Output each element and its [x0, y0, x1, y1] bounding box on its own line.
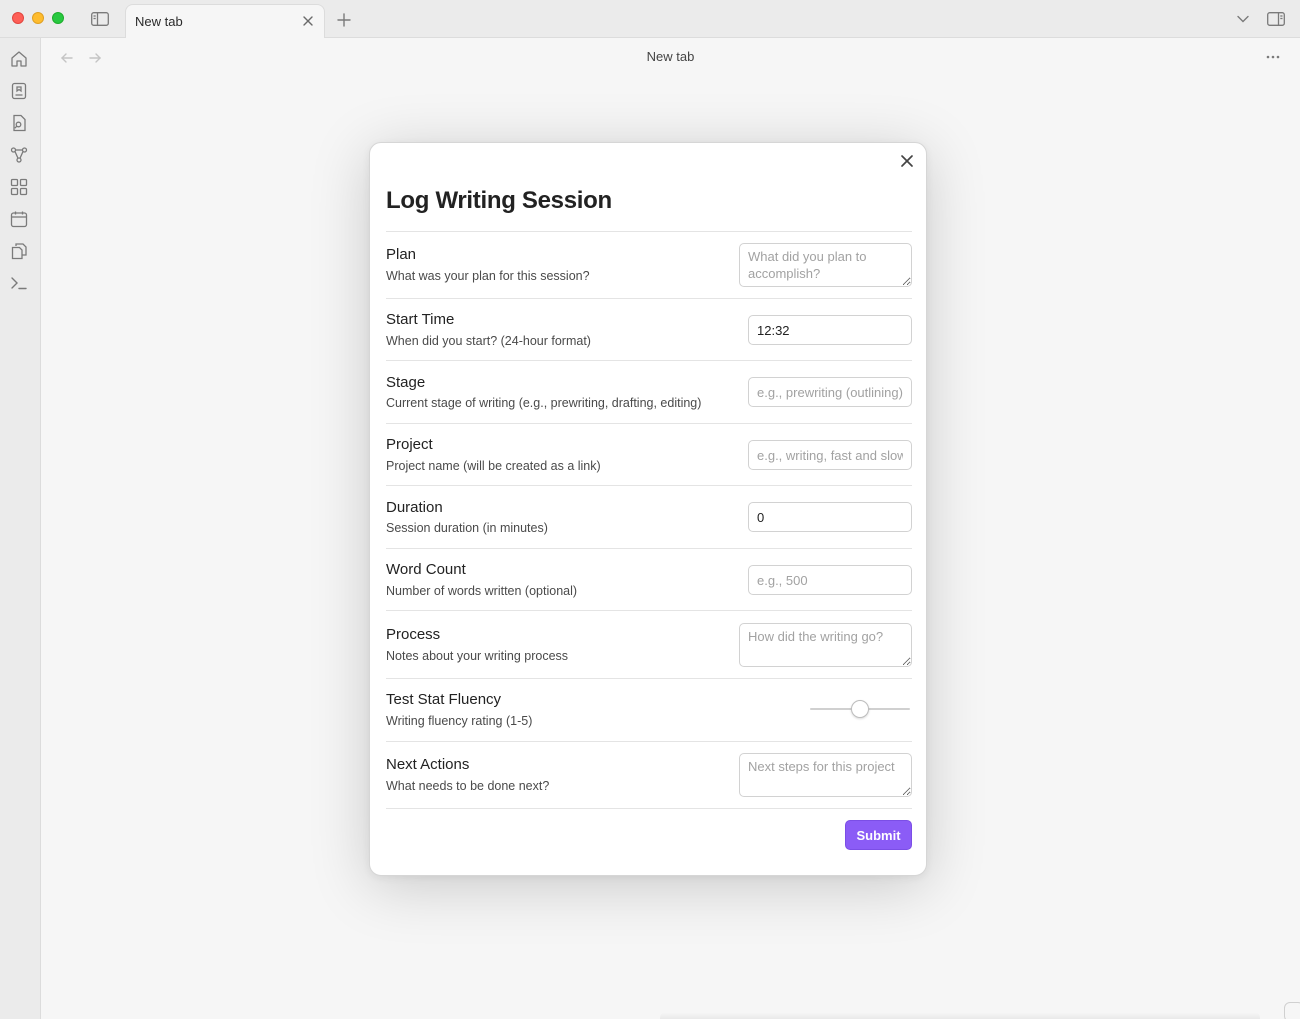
divider [386, 548, 912, 549]
divider [386, 610, 912, 611]
right-sidebar-toggle-icon[interactable] [1266, 10, 1286, 28]
word-count-input[interactable] [748, 565, 912, 595]
terminal-icon[interactable] [10, 274, 28, 292]
status-bar-shadow [660, 1012, 1260, 1019]
close-window-button[interactable] [12, 12, 24, 24]
maximize-window-button[interactable] [52, 12, 64, 24]
duration-input[interactable] [748, 502, 912, 532]
copy-icon[interactable] [10, 242, 28, 260]
tab-title: New tab [135, 14, 183, 29]
fluency-label: Test Stat Fluency [386, 691, 502, 708]
divider [386, 741, 912, 742]
process-textarea[interactable] [739, 623, 912, 667]
plan-textarea[interactable] [739, 243, 912, 287]
word-count-label: Word Count [386, 561, 466, 578]
divider [386, 360, 912, 361]
fluency-description: Writing fluency rating (1-5) [386, 714, 533, 728]
sidebar-toggle-icon[interactable] [90, 10, 110, 28]
left-ribbon [0, 38, 41, 1019]
view-title: New tab [646, 49, 695, 64]
next-actions-description: What needs to be done next? [386, 779, 550, 793]
project-label: Project [386, 436, 433, 453]
minimize-window-button[interactable] [32, 12, 44, 24]
start-time-input[interactable] [748, 315, 912, 345]
next-actions-textarea[interactable] [739, 753, 912, 797]
start-time-label: Start Time [386, 311, 455, 328]
start-time-description: When did you start? (24-hour format) [386, 334, 591, 348]
home-icon[interactable] [10, 50, 28, 68]
process-description: Notes about your writing process [386, 649, 569, 663]
divider [386, 678, 912, 679]
search-file-icon[interactable] [10, 114, 28, 132]
modal-close-icon[interactable] [898, 152, 916, 170]
divider [386, 485, 912, 486]
project-description: Project name (will be created as a link) [386, 459, 601, 473]
new-tab-plus-icon[interactable] [335, 11, 353, 29]
word-count-description: Number of words written (optional) [386, 584, 578, 598]
next-actions-label: Next Actions [386, 756, 470, 773]
graph-icon[interactable] [10, 146, 28, 164]
grid-icon[interactable] [10, 178, 28, 196]
duration-label: Duration [386, 499, 443, 516]
stage-label: Stage [386, 374, 426, 391]
fluency-slider-thumb[interactable] [851, 700, 869, 718]
tab-close-icon[interactable] [300, 13, 316, 29]
duration-description: Session duration (in minutes) [386, 521, 548, 535]
submit-button[interactable]: Submit [845, 820, 912, 850]
divider [386, 808, 912, 809]
corner-help-button[interactable] [1284, 1002, 1300, 1019]
tab-list-chevron-down-icon[interactable] [1235, 12, 1251, 26]
plan-label: Plan [386, 246, 417, 263]
divider [386, 423, 912, 424]
stage-input[interactable] [748, 377, 912, 407]
modal-title: Log Writing Session [386, 187, 612, 214]
log-writing-session-modal: Log Writing Session Plan What was your p… [369, 142, 927, 876]
divider [386, 298, 912, 299]
process-label: Process [386, 626, 441, 643]
calendar-icon[interactable] [10, 210, 28, 228]
stage-description: Current stage of writing (e.g., prewriti… [386, 396, 702, 410]
more-options-icon[interactable] [1264, 48, 1282, 66]
title-bar: New tab [0, 0, 1300, 39]
bookmark-icon[interactable] [10, 82, 28, 100]
tab-new[interactable]: New tab [125, 4, 325, 39]
plan-description: What was your plan for this session? [386, 269, 590, 283]
project-input[interactable] [748, 440, 912, 470]
divider [386, 231, 912, 232]
